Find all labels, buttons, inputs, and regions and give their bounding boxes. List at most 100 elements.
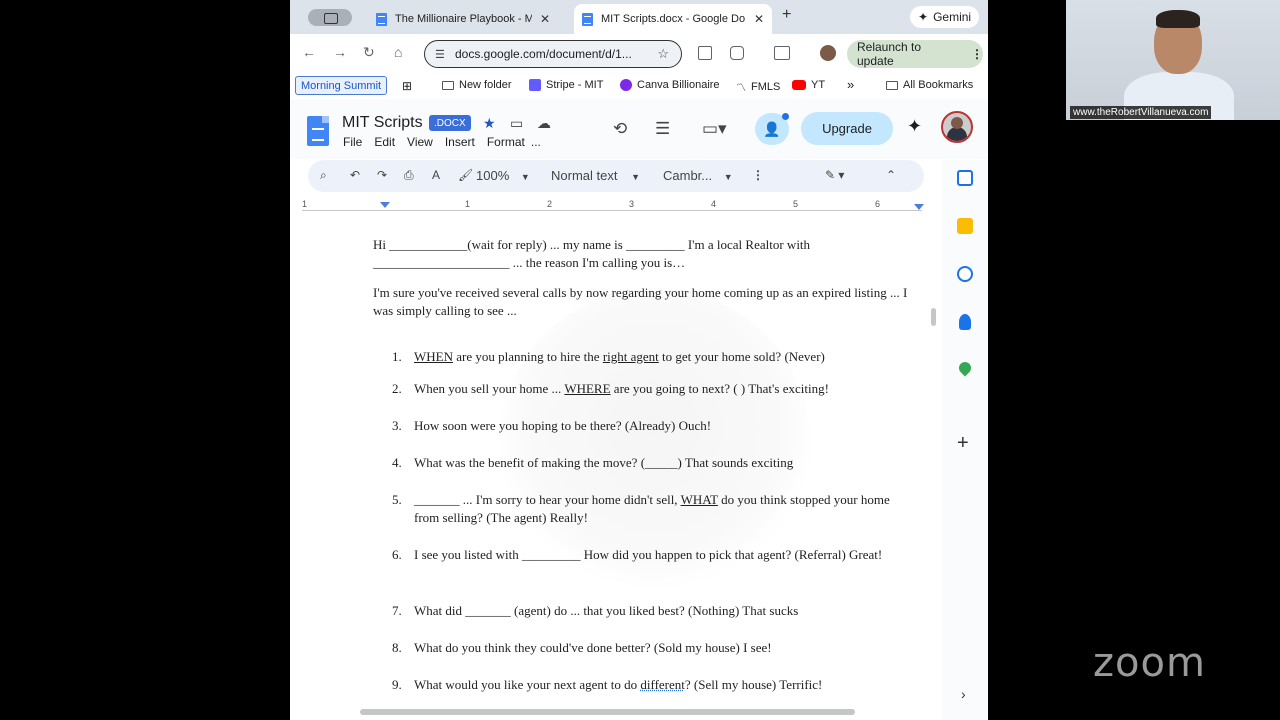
ruler-number: 6 — [875, 199, 881, 209]
sparkle-icon[interactable]: ✦ — [907, 116, 922, 137]
docs-header: MIT Scripts .DOCX ★ ▭ ☁ File Edit View I… — [290, 99, 988, 159]
zoom-logo: zoom — [1093, 640, 1206, 686]
address-bar[interactable]: ☰ docs.google.com/document/d/1... ☆ — [424, 40, 682, 68]
text-run: ? (Sell my house) Terrific! — [684, 677, 823, 692]
indent-marker[interactable] — [380, 202, 390, 208]
chevron-up-icon[interactable]: ⌃ — [886, 168, 896, 182]
list-number: 3. — [392, 418, 402, 433]
docs-icon[interactable] — [307, 116, 329, 146]
star-icon[interactable]: ★ — [483, 115, 496, 132]
text-run: _______ ... I'm sorry to hear your home … — [414, 492, 681, 507]
paint-format-icon[interactable]: 🖌 — [458, 168, 473, 182]
video-icon[interactable]: ▭▾ — [702, 119, 727, 139]
tab-title: The Millionaire Playbook - Ma — [395, 13, 532, 25]
search-icon[interactable]: ⌕ — [320, 168, 327, 183]
upgrade-button[interactable]: Upgrade — [801, 112, 893, 145]
menu-view[interactable]: View — [407, 135, 433, 149]
home-icon[interactable]: ⌂ — [394, 44, 402, 60]
puzzle-icon[interactable] — [730, 46, 744, 60]
star-icon[interactable]: ☆ — [657, 46, 669, 62]
list-number: 2. — [392, 381, 402, 396]
vertical-scrollbar[interactable] — [931, 308, 936, 326]
video-call-toggle-icon[interactable] — [308, 9, 352, 26]
redo-icon[interactable]: ↷ — [377, 168, 387, 182]
folder-move-icon[interactable]: ▭ — [510, 115, 523, 132]
more-icon[interactable]: ⋮ — [752, 168, 764, 182]
docs-icon — [376, 12, 387, 26]
tab-title: MIT Scripts.docx - Google Do — [601, 13, 746, 25]
bookmark-canva[interactable]: Canva Billionaire — [620, 79, 720, 91]
plus-icon[interactable]: + — [957, 432, 969, 455]
forward-icon[interactable]: → — [333, 44, 347, 60]
contacts-icon[interactable] — [959, 314, 971, 330]
font-select[interactable]: Cambr... ▼ — [663, 168, 733, 183]
bookmarks-overflow[interactable]: » — [847, 77, 854, 92]
bookmark-fmls[interactable]: 〽 FMLS — [736, 79, 780, 95]
sparkle-icon: ✦ — [918, 10, 929, 24]
gemini-label: Gemini — [933, 10, 972, 24]
emphasis: different — [640, 677, 685, 692]
list-number: 1. — [392, 349, 402, 364]
close-icon[interactable]: ✕ — [540, 12, 550, 26]
back-icon[interactable]: ← — [302, 44, 316, 60]
intro-paragraph: Hi ____________(wait for reply) ... my n… — [373, 237, 811, 270]
menu-insert[interactable]: Insert — [445, 135, 475, 149]
ruler-number: 3 — [629, 199, 635, 209]
indent-marker[interactable] — [914, 204, 924, 210]
relaunch-button[interactable]: Relaunch to update ⋮ — [847, 40, 983, 68]
folder-icon — [886, 80, 898, 90]
cast-icon[interactable] — [774, 46, 790, 60]
reload-icon[interactable]: ↻ — [363, 44, 375, 61]
keep-icon[interactable] — [957, 218, 973, 234]
ruler-number: 4 — [711, 199, 717, 209]
comment-icon[interactable]: ☰ — [655, 119, 670, 139]
emphasis: WHEN — [414, 349, 453, 364]
spellcheck-icon[interactable]: A — [432, 168, 440, 182]
gemini-button[interactable]: ✦ Gemini — [910, 6, 980, 28]
edit-pencil-icon[interactable]: ✎ ▾ — [825, 168, 844, 182]
bookmark-all[interactable]: All Bookmarks — [886, 79, 973, 91]
text-run: are you going to next? ( ) That's exciti… — [610, 381, 829, 396]
chevron-down-icon: ▼ — [723, 172, 733, 182]
history-icon[interactable]: ⟲ — [613, 119, 627, 139]
menu-file[interactable]: File — [343, 135, 362, 149]
doc-title[interactable]: MIT Scripts — [342, 114, 423, 132]
bookmark-label: Canva Billionaire — [637, 79, 720, 91]
avatar[interactable] — [820, 45, 836, 61]
tune-icon[interactable]: ☰ — [435, 48, 445, 61]
extension-icon[interactable] — [698, 46, 712, 60]
list-text: When you sell your home ... WHERE are yo… — [414, 380, 902, 398]
bookmark-new-folder[interactable]: New folder — [442, 79, 512, 91]
bookmark-morning-summit[interactable]: Morning Summit — [295, 76, 388, 95]
tab-millionaire-playbook[interactable]: The Millionaire Playbook - Ma ✕ — [368, 4, 558, 34]
list-text: What would you like your next agent to d… — [414, 676, 902, 694]
tasks-icon[interactable] — [957, 266, 973, 282]
calendar-icon[interactable] — [957, 170, 973, 186]
tab-mit-scripts[interactable]: MIT Scripts.docx - Google Do ✕ — [574, 4, 772, 34]
bookmark-yt[interactable]: YT — [792, 79, 825, 91]
bookmark-stripe-mit[interactable]: Stripe - MIT — [529, 79, 603, 91]
maps-icon[interactable] — [956, 359, 974, 377]
close-icon[interactable]: ✕ — [754, 12, 764, 26]
print-icon[interactable]: ⎙ — [404, 168, 414, 183]
horizontal-scrollbar[interactable] — [360, 709, 855, 715]
menu-more[interactable]: ... — [531, 135, 541, 149]
document-page[interactable]: Hi ____________(wait for reply) ... my n… — [290, 218, 930, 720]
apps-grid-icon[interactable]: ⊞ — [402, 79, 412, 93]
menu-format[interactable]: Format — [487, 135, 525, 149]
undo-icon[interactable]: ↶ — [350, 168, 360, 182]
bookmark-label: YT — [811, 79, 826, 91]
emphasis: WHAT — [680, 492, 718, 507]
plus-icon[interactable]: + — [782, 6, 791, 24]
chevron-down-icon: ▼ — [520, 172, 530, 182]
cloud-status-icon[interactable]: ☁ — [537, 115, 551, 132]
zoom-select[interactable]: 100% ▼ — [476, 168, 530, 183]
style-select[interactable]: Normal text ▼ — [551, 168, 640, 183]
ruler-line — [302, 210, 922, 211]
font-value: Cambr... — [663, 168, 713, 183]
menu-edit[interactable]: Edit — [374, 135, 395, 149]
avatar[interactable] — [941, 111, 973, 143]
chevron-right-icon[interactable]: › — [961, 686, 966, 702]
ruler-number: 5 — [793, 199, 799, 209]
webcam-video: www.theRobertVillanueva.com — [1066, 0, 1280, 120]
